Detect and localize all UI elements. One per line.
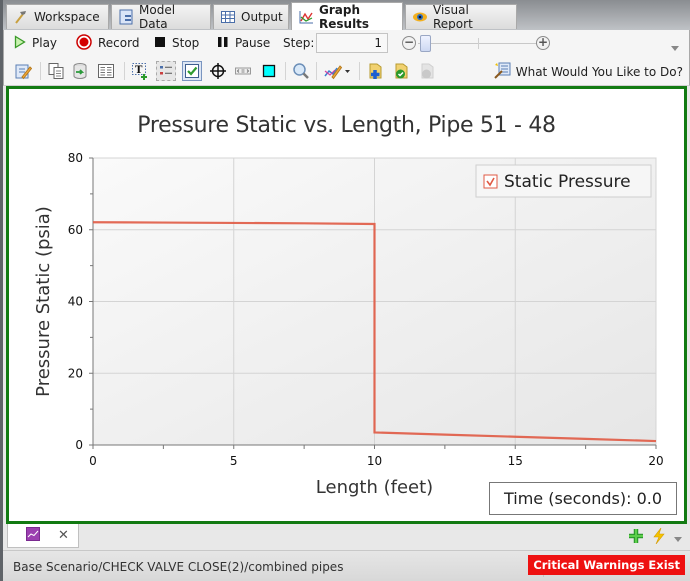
- visual-report-eye-icon: [412, 9, 428, 25]
- model-data-icon: [118, 9, 134, 25]
- legend-label: Static Pressure: [504, 172, 631, 192]
- y-tick-label: 80: [68, 151, 83, 165]
- minus-icon: −: [403, 35, 415, 49]
- edit-graph-parameters-icon[interactable]: [13, 61, 33, 81]
- zoom-in-slider-button[interactable]: +: [536, 36, 550, 50]
- graph-list-check-icon[interactable]: [392, 61, 412, 81]
- copy-icon[interactable]: [46, 61, 66, 81]
- tab-workspace[interactable]: Workspace: [6, 4, 109, 29]
- lightning-icon[interactable]: [652, 527, 666, 547]
- critical-warnings-badge[interactable]: Critical Warnings Exist: [528, 555, 685, 575]
- pause-icon: [217, 36, 229, 51]
- step-input[interactable]: 1: [316, 33, 388, 53]
- application-window: Workspace Model Data Output Graph Result…: [3, 0, 690, 581]
- graph-list-disabled-icon: [418, 61, 438, 81]
- playback-toolbar: Play Record Stop Pause Step: 1 − +: [3, 30, 690, 57]
- plus-icon: +: [537, 35, 549, 49]
- graph-results-icon: [298, 9, 314, 25]
- y-axis-label: Pressure Static (psia): [33, 206, 54, 397]
- export-database-icon[interactable]: [70, 61, 90, 81]
- graph-style-dropdown-icon[interactable]: [322, 61, 352, 81]
- stop-button[interactable]: Stop: [154, 32, 199, 54]
- crosshair-icon[interactable]: [208, 61, 228, 81]
- tab-visual-report[interactable]: Visual Report: [405, 3, 517, 31]
- what-would-you-like-button[interactable]: What Would You Like to Do?: [494, 61, 683, 82]
- legend-checkbox[interactable]: [483, 174, 498, 189]
- background-color-icon[interactable]: [259, 61, 279, 81]
- play-button[interactable]: Play: [14, 32, 57, 54]
- bottom-right-icons: [628, 527, 682, 547]
- x-tick-label: 0: [89, 454, 97, 468]
- tab-graph-results[interactable]: Graph Results: [291, 2, 403, 31]
- add-to-graph-list-icon[interactable]: [366, 61, 386, 81]
- toolbar-separator: [316, 62, 317, 80]
- graph-document-icon: [26, 527, 40, 544]
- toolbar-separator: [359, 62, 360, 80]
- y-tick-label: 60: [68, 223, 83, 237]
- zoom-magnifier-icon[interactable]: [291, 61, 311, 81]
- y-tick-label: 40: [68, 295, 83, 309]
- toolbar-overflow-chevron-icon[interactable]: [671, 40, 679, 54]
- workspace-icon: [13, 9, 29, 25]
- toolbar-separator: [285, 62, 286, 80]
- time-display: Time (seconds): 0.0: [489, 482, 677, 515]
- legend[interactable]: Static Pressure: [475, 164, 652, 198]
- play-icon: [14, 34, 26, 52]
- zoom-out-slider-button[interactable]: −: [402, 36, 416, 50]
- wizard-icon: [494, 61, 512, 82]
- svg-text:T: T: [135, 65, 143, 76]
- dropdown-chevron-icon[interactable]: [674, 531, 682, 545]
- show-data-table-icon[interactable]: [96, 61, 116, 81]
- scenario-path: Base Scenario/CHECK VALVE CLOSE(2)/combi…: [13, 560, 344, 574]
- x-tick-label: 20: [648, 454, 663, 468]
- chart-svg: 0 20 40 60 80 0 5 10 15 20 Length (feet) Pressure…: [33, 151, 664, 498]
- output-table-icon: [220, 9, 236, 25]
- scroll-bar-toggle-icon[interactable]: [233, 61, 253, 81]
- x-tick-label: 10: [367, 454, 382, 468]
- main-tab-strip: Workspace Model Data Output Graph Result…: [3, 0, 690, 31]
- close-tab-icon[interactable]: ✕: [58, 528, 69, 543]
- pause-button[interactable]: Pause: [217, 32, 270, 54]
- tab-output[interactable]: Output: [213, 4, 289, 29]
- x-tick-label: 5: [230, 454, 238, 468]
- record-icon: [76, 33, 92, 53]
- stop-icon: [154, 36, 166, 51]
- show-legend-toggle-icon[interactable]: [156, 61, 176, 81]
- add-text-annotation-icon[interactable]: T: [130, 61, 150, 81]
- time-slider-tick: [478, 38, 479, 49]
- show-checkbox-toggle-icon[interactable]: [182, 61, 202, 81]
- y-tick-label: 20: [68, 366, 83, 380]
- tab-model-data[interactable]: Model Data: [111, 3, 211, 31]
- x-axis-label: Length (feet): [316, 477, 433, 498]
- y-tick-label: 0: [75, 438, 83, 452]
- x-tick-label: 15: [508, 454, 523, 468]
- step-label: Step:: [283, 36, 315, 50]
- add-graph-plus-icon[interactable]: [628, 528, 644, 547]
- toolbar-separator: [40, 62, 41, 80]
- graph-document-tab[interactable]: ✕: [7, 524, 79, 548]
- graph-document-tabs: ✕: [3, 524, 690, 550]
- record-button[interactable]: Record: [76, 32, 139, 54]
- status-bar: Base Scenario/CHECK VALVE CLOSE(2)/combi…: [3, 550, 690, 581]
- toolbar-separator: [124, 62, 125, 80]
- graph-toolbar: T What Would You Like to Do?: [3, 57, 690, 86]
- graph-panel: Pressure Static vs. Length, Pipe 51 - 48…: [6, 86, 687, 524]
- time-slider-thumb[interactable]: [420, 35, 431, 52]
